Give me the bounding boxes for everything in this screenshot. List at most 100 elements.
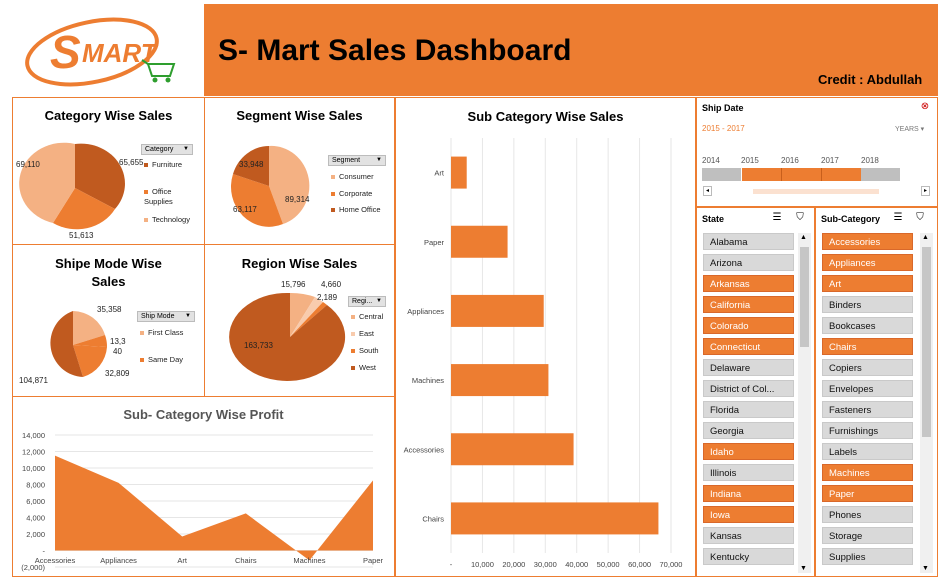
- multi-select-icon[interactable]: ☰: [769, 211, 785, 224]
- timeline-range: 2015 - 2017: [702, 124, 745, 133]
- slicer-item[interactable]: Delaware: [703, 359, 794, 376]
- legend-item: Furniture: [144, 160, 182, 169]
- legend-item: Home Office: [331, 205, 381, 214]
- subcategory-scrollbar[interactable]: ▲ ▼: [920, 233, 933, 573]
- region-chart-panel: Region Wise Sales 15,796 4,660 2,189 163…: [204, 244, 395, 397]
- data-label: 163,733: [244, 341, 273, 350]
- shipmode-filter-button[interactable]: Ship Mode: [137, 311, 195, 322]
- data-label: 63,117: [233, 205, 257, 214]
- y-tick-label: Chairs: [422, 514, 444, 523]
- scroll-left-icon[interactable]: ◂: [703, 186, 712, 196]
- state-slicer: State ☰ ⛉ Alabama Arizona Arkansas Californ…: [696, 207, 815, 577]
- data-label: 65,655: [119, 158, 144, 167]
- x-tick-label: Appliances: [100, 556, 137, 565]
- legend-item: Consumer: [331, 172, 374, 181]
- smart-logo: S MART: [20, 10, 185, 90]
- legend-item: South: [351, 346, 379, 355]
- slicer-item[interactable]: Copiers: [822, 359, 913, 376]
- y-tick-label: 2,000: [26, 530, 45, 539]
- bar-paper: [451, 225, 508, 258]
- y-tick-label: Machines: [412, 376, 444, 385]
- slicer-item[interactable]: Illinois: [703, 464, 794, 481]
- segment-filter-button[interactable]: Segment: [328, 155, 386, 166]
- slicer-item[interactable]: Chairs: [822, 338, 913, 355]
- data-label: 33,948: [239, 160, 264, 169]
- slicer-item[interactable]: Colorado: [703, 317, 794, 334]
- x-tick-label: Paper: [363, 556, 384, 565]
- slicer-item[interactable]: Fasteners: [822, 401, 913, 418]
- slicer-item[interactable]: Connecticut: [703, 338, 794, 355]
- slicer-item[interactable]: Paper: [822, 485, 913, 502]
- x-tick-label: -: [450, 560, 453, 569]
- ship-date-timeline: Ship Date ⊗ 2015 - 2017 YEARS ▾ 2014 201…: [696, 97, 938, 207]
- slicer-item[interactable]: Art: [822, 275, 913, 292]
- legend-item: West: [351, 363, 376, 372]
- data-label: 89,314: [285, 195, 310, 204]
- data-label: 4,660: [321, 280, 342, 289]
- slicer-item[interactable]: Appliances: [822, 254, 913, 271]
- slicer-item[interactable]: Kentucky: [703, 548, 794, 565]
- slicer-item[interactable]: Georgia: [703, 422, 794, 439]
- timeline-year: 2014: [702, 156, 720, 165]
- slicer-item[interactable]: Kansas: [703, 527, 794, 544]
- y-tick-label: Appliances: [407, 307, 444, 316]
- multi-select-icon[interactable]: ☰: [890, 211, 906, 224]
- svg-text:S: S: [50, 26, 81, 78]
- slicer-item[interactable]: Bookcases: [822, 317, 913, 334]
- y-tick-label: 8,000: [26, 481, 45, 490]
- state-scrollbar[interactable]: ▲ ▼: [798, 233, 811, 573]
- slicer-item[interactable]: Binders: [822, 296, 913, 313]
- timeline-title: Ship Date: [702, 103, 744, 113]
- legend-item: Office Supplies: [144, 187, 173, 206]
- timeline-unit-select[interactable]: YEARS ▾: [895, 125, 924, 133]
- legend-item: Technology: [144, 215, 190, 224]
- slicer-item[interactable]: Alabama: [703, 233, 794, 250]
- slicer-item[interactable]: Accessories: [822, 233, 913, 250]
- profit-area-chart: 14,00012,00010,0008,0006,0004,0002,000-(…: [21, 431, 384, 572]
- slicer-title: Sub-Category: [821, 214, 881, 224]
- slicer-item[interactable]: Phones: [822, 506, 913, 523]
- clear-filter-icon[interactable]: ⛉: [912, 211, 928, 224]
- slicer-item[interactable]: Storage: [822, 527, 913, 544]
- slicer-item[interactable]: Florida: [703, 401, 794, 418]
- clear-filter-icon[interactable]: ⛉: [792, 211, 808, 224]
- x-tick-label: 50,000: [597, 560, 620, 569]
- slicer-item[interactable]: Supplies: [822, 548, 913, 565]
- x-tick-label: Machines: [293, 556, 325, 565]
- slicer-item[interactable]: Envelopes: [822, 380, 913, 397]
- slicer-item[interactable]: Indiana: [703, 485, 794, 502]
- scroll-right-icon[interactable]: ▸: [921, 186, 930, 196]
- slicer-item[interactable]: Furnishings: [822, 422, 913, 439]
- data-label: 15,796: [281, 280, 306, 289]
- timeline-selected-range[interactable]: [741, 168, 861, 181]
- y-tick-label: -: [43, 547, 46, 556]
- data-label: 51,613: [69, 231, 94, 240]
- y-tick-label: 14,000: [22, 431, 45, 440]
- subcat-sales-panel: Sub Category Wise Sales -10,000 20,000 30,…: [395, 97, 696, 577]
- category-filter-button[interactable]: Category: [141, 144, 193, 155]
- y-tick-label: Art: [434, 169, 445, 178]
- bar-accessories: [451, 433, 574, 466]
- profit-area: [55, 455, 373, 561]
- y-tick-label: Paper: [424, 238, 445, 247]
- slicer-item[interactable]: California: [703, 296, 794, 313]
- region-filter-button[interactable]: Regi...: [348, 296, 386, 307]
- slicer-item[interactable]: Arkansas: [703, 275, 794, 292]
- slicer-item[interactable]: Idaho: [703, 443, 794, 460]
- x-tick-label: 10,000: [471, 560, 494, 569]
- profit-chart-panel: Sub- Category Wise Profit 14,000 12,000 10…: [12, 396, 395, 577]
- slicer-item[interactable]: Machines: [822, 464, 913, 481]
- slicer-item[interactable]: Labels: [822, 443, 913, 460]
- timeline-scrollbar[interactable]: [753, 189, 879, 194]
- timeline-year: 2016: [781, 156, 799, 165]
- slicer-title: State: [702, 214, 725, 224]
- slicer-item[interactable]: Iowa: [703, 506, 794, 523]
- slicer-item[interactable]: District of Col...: [703, 380, 794, 397]
- clear-filter-icon[interactable]: ⊗: [917, 100, 933, 113]
- x-tick-label: 40,000: [565, 560, 588, 569]
- slicer-item[interactable]: Arizona: [703, 254, 794, 271]
- y-tick-label: Accessories: [404, 445, 445, 454]
- x-tick-label: 30,000: [534, 560, 557, 569]
- legend-item: Corporate: [331, 189, 372, 198]
- legend-item: Central: [351, 312, 383, 321]
